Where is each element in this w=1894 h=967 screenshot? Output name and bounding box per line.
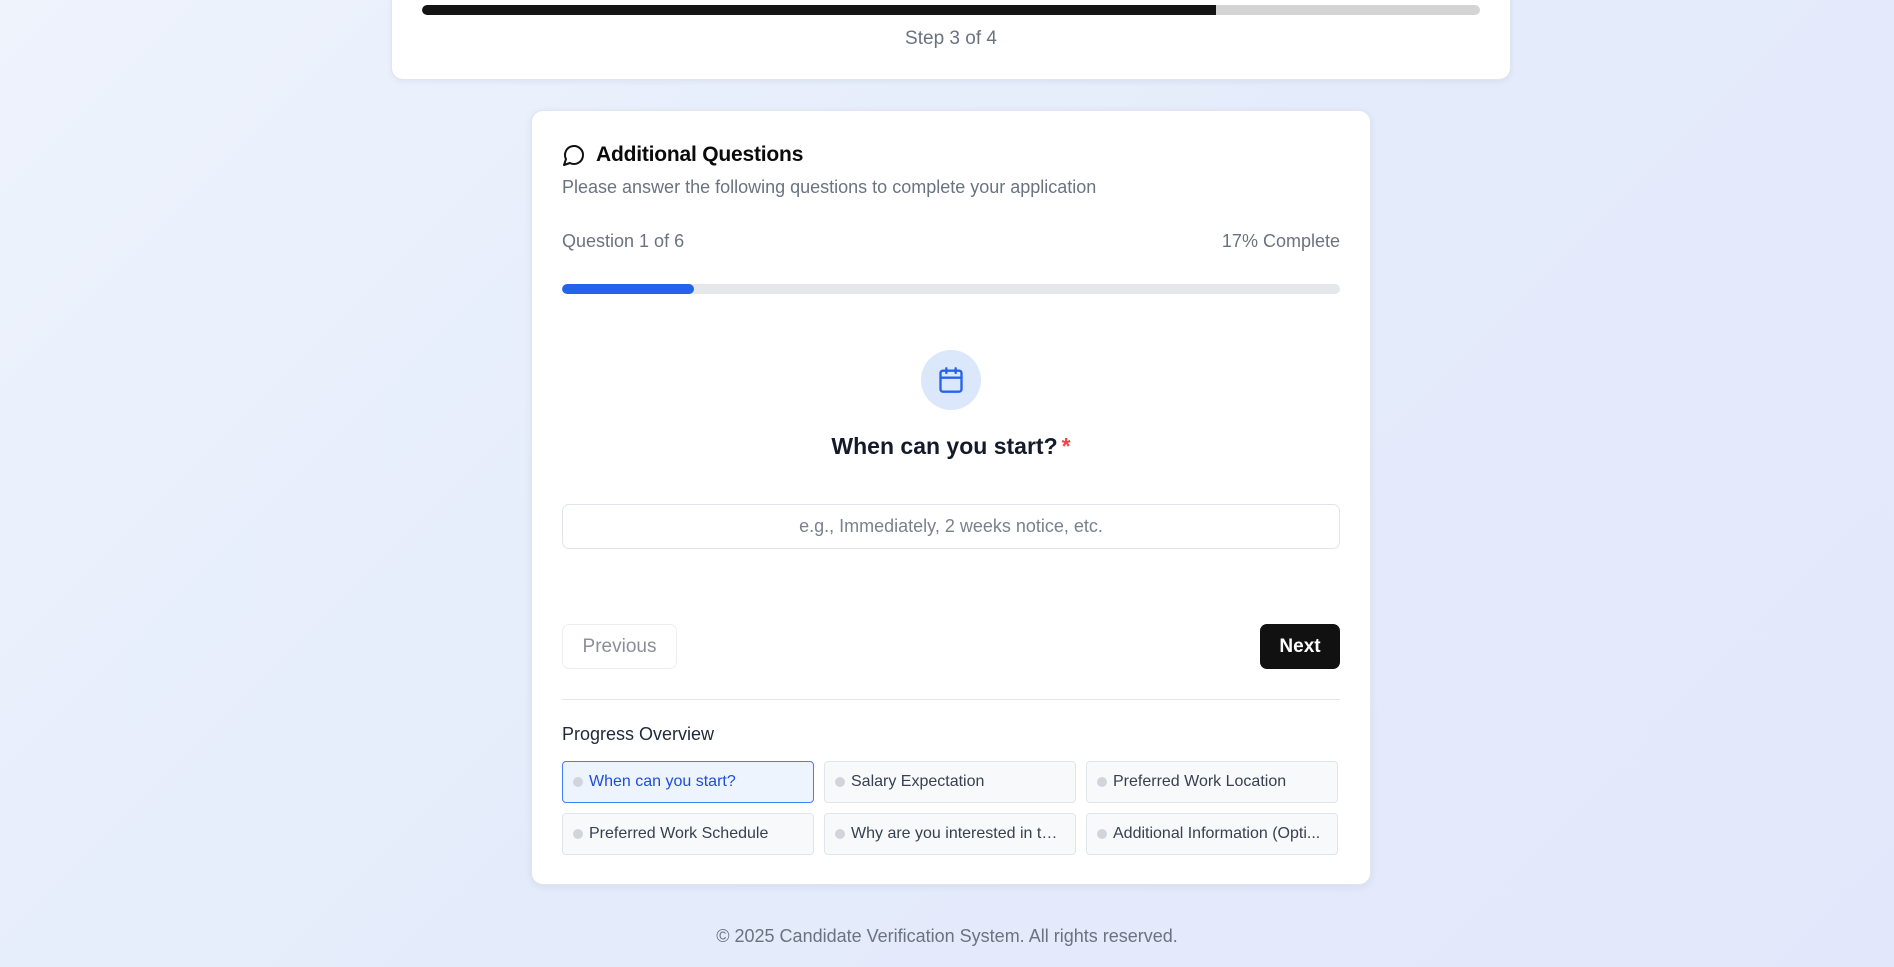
step-progress-card: Step 3 of 4 xyxy=(391,0,1511,80)
overview-item-label: Additional Information (Opti... xyxy=(1113,825,1321,842)
question-progress-row: Question 1 of 6 17% Complete xyxy=(562,231,1340,252)
overview-item-label: Salary Expectation xyxy=(851,773,985,790)
status-dot-icon xyxy=(1097,829,1107,839)
status-dot-icon xyxy=(573,829,583,839)
questions-card: Additional Questions Please answer the f… xyxy=(531,110,1371,885)
next-button[interactable]: Next xyxy=(1260,624,1340,669)
required-marker: * xyxy=(1061,433,1071,459)
overview-item-label: Preferred Work Location xyxy=(1113,773,1287,790)
overview-item-label: Why are you interested in thi... xyxy=(851,825,1065,842)
step-progress-fill xyxy=(422,5,1216,15)
status-dot-icon xyxy=(835,829,845,839)
question-label: When can you start? * xyxy=(532,433,1370,460)
divider xyxy=(562,699,1340,700)
question-progress-bar xyxy=(562,284,1340,294)
footer-copyright: © 2025 Candidate Verification System. Al… xyxy=(716,926,1178,946)
question-counter: Question 1 of 6 xyxy=(562,231,685,251)
calendar-icon xyxy=(937,366,965,394)
answer-input[interactable] xyxy=(562,504,1340,549)
status-dot-icon xyxy=(573,777,583,787)
step-counter: Step 3 of 4 xyxy=(905,28,997,49)
overview-item-label: Preferred Work Schedule xyxy=(589,825,769,842)
progress-overview-title: Progress Overview xyxy=(562,724,715,744)
card-subtitle: Please answer the following questions to… xyxy=(562,177,1097,197)
overview-item[interactable]: Preferred Work Location xyxy=(1086,761,1338,803)
status-dot-icon xyxy=(1097,777,1107,787)
overview-item[interactable]: When can you start? xyxy=(562,761,814,803)
overview-item[interactable]: Why are you interested in thi... xyxy=(824,813,1076,855)
previous-button[interactable]: Previous xyxy=(562,624,677,669)
overview-item[interactable]: Salary Expectation xyxy=(824,761,1076,803)
step-progress-bar xyxy=(422,5,1480,15)
progress-overview-grid: When can you start? Salary Expectation P… xyxy=(562,761,1340,855)
card-header: Additional Questions xyxy=(562,143,803,167)
overview-item[interactable]: Preferred Work Schedule xyxy=(562,813,814,855)
message-circle-icon xyxy=(562,143,586,167)
question-icon-badge xyxy=(921,350,981,410)
status-dot-icon xyxy=(835,777,845,787)
page: Step 3 of 4 Additional Questions Please … xyxy=(0,0,1894,967)
overview-item[interactable]: Additional Information (Opti... xyxy=(1086,813,1338,855)
question-text: When can you start? xyxy=(831,433,1058,459)
question-progress-fill xyxy=(562,284,695,294)
overview-item-label: When can you start? xyxy=(589,773,736,790)
card-title: Additional Questions xyxy=(596,143,804,166)
completion-percent: 17% Complete xyxy=(1221,231,1340,251)
